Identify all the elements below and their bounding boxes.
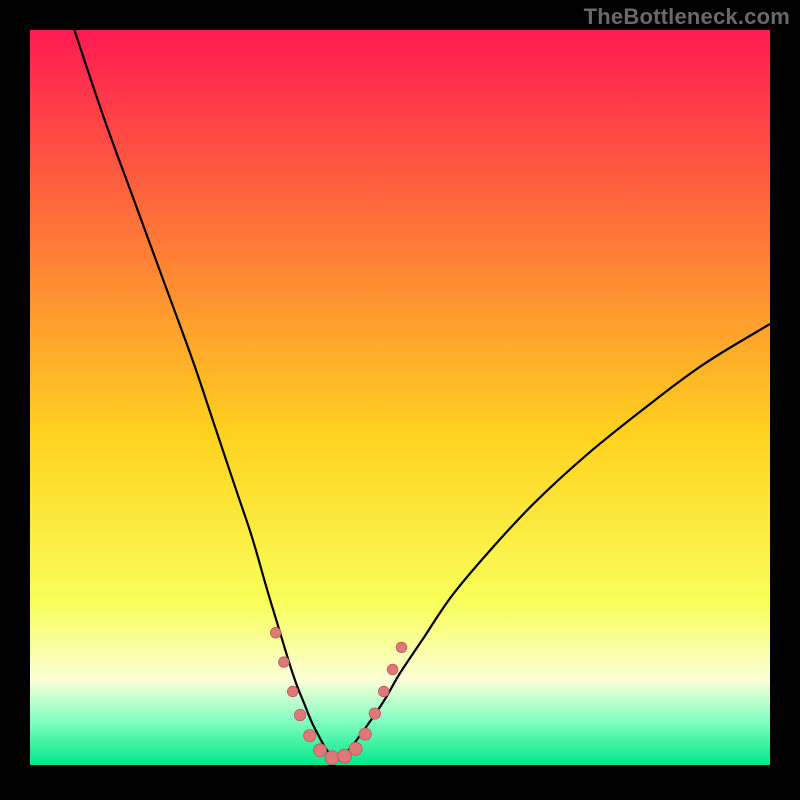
data-marker <box>378 686 389 697</box>
data-marker <box>314 744 327 757</box>
data-marker <box>359 728 371 740</box>
data-marker <box>294 709 305 720</box>
data-marker <box>304 729 316 741</box>
data-marker <box>387 664 398 675</box>
chart-stage: TheBottleneck.com <box>0 0 800 800</box>
data-marker <box>287 686 298 697</box>
chart-svg <box>0 0 800 800</box>
data-marker <box>325 751 339 765</box>
data-marker <box>279 657 290 668</box>
data-marker <box>396 642 407 653</box>
watermark-text: TheBottleneck.com <box>584 4 790 30</box>
data-marker <box>349 742 362 755</box>
data-marker <box>369 708 380 719</box>
data-marker <box>270 627 281 638</box>
